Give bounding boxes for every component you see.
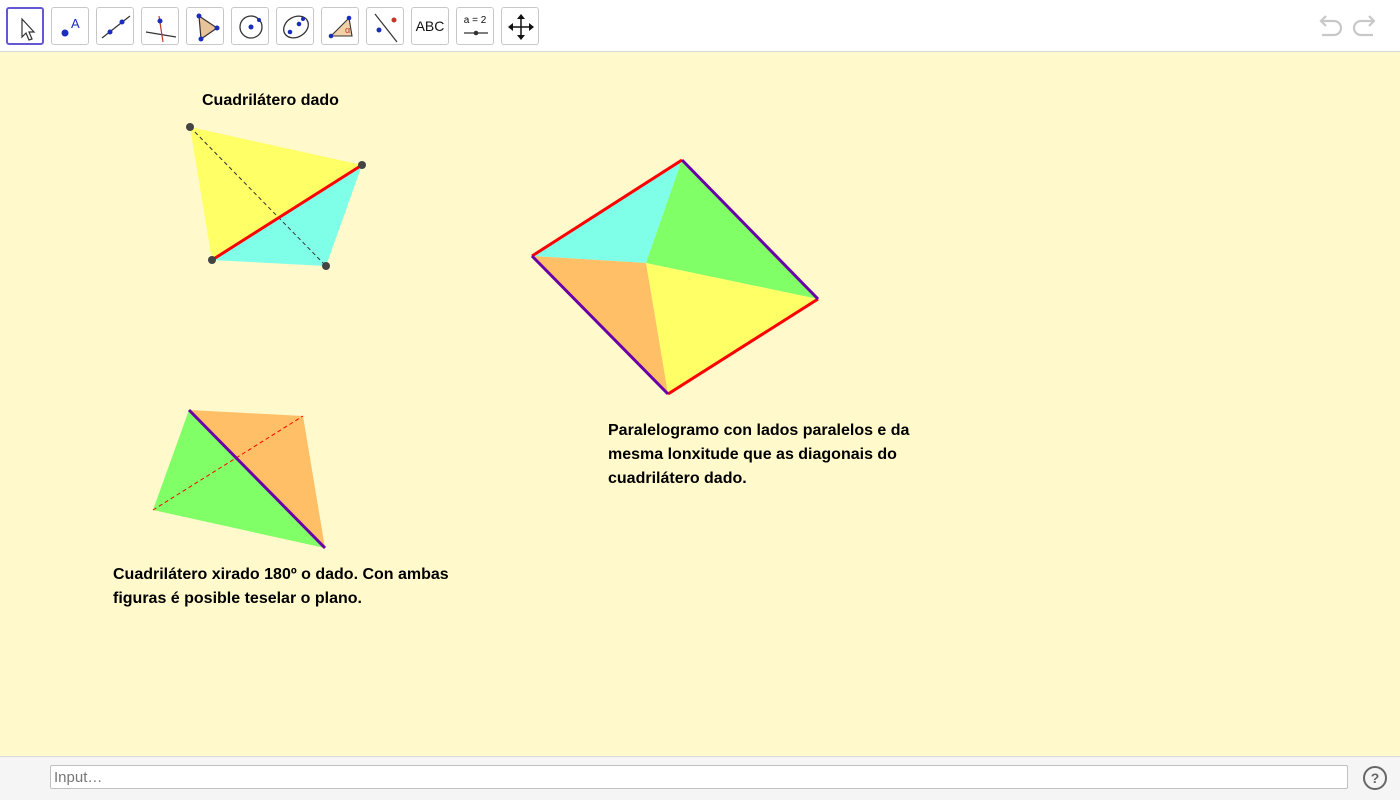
perpendicular-line-tool[interactable] (141, 7, 179, 45)
text-tool-label: ABC (415, 18, 445, 34)
rotated-caption-line: figuras é posible teselar o plano. (113, 590, 362, 607)
slider-tool[interactable]: a = 2 (456, 7, 494, 45)
cursor-arrow-icon (21, 17, 36, 41)
given-quadrilateral-title: Cuadrilátero dado (202, 92, 339, 109)
move-tool[interactable] (6, 7, 44, 45)
svg-text:A: A (71, 16, 80, 31)
rotated-caption-line: Cuadrilátero xirado 180º o dado. Con amb… (113, 566, 449, 583)
redo-icon (1352, 15, 1376, 37)
conic-tool[interactable] (276, 7, 314, 45)
vertex-point (322, 262, 330, 270)
circle-center-point-icon (239, 15, 263, 39)
angle-icon: α (328, 15, 353, 39)
angle-tool[interactable]: α (321, 7, 359, 45)
polygon-tool[interactable] (186, 7, 224, 45)
circle-tool[interactable] (231, 7, 269, 45)
rotated-quadrilateral-caption: Cuadrilátero xirado 180º o dado. Con amb… (113, 563, 449, 611)
slider-icon (464, 30, 488, 36)
move-arrows-icon (508, 14, 534, 40)
point-icon: A (61, 16, 80, 37)
line-tool[interactable] (96, 7, 134, 45)
vertex-point (208, 256, 216, 264)
parallelogram-caption-line: cuadrilátero dado. (608, 470, 747, 487)
point-tool[interactable]: A (51, 7, 89, 45)
parallelogram-caption-line: Paralelogramo con lados paralelos e da (608, 422, 910, 439)
ellipse-icon (283, 15, 309, 39)
reflect-tool[interactable] (366, 7, 404, 45)
help-button[interactable]: ? (1363, 766, 1387, 790)
perpendicular-line-icon (145, 15, 177, 43)
toolbar: A α ABC a = 2 (0, 0, 1400, 52)
reflect-about-line-icon (374, 13, 398, 43)
line-through-points-icon (101, 15, 131, 39)
text-tool[interactable]: ABC (411, 7, 449, 45)
undo-icon (1319, 15, 1343, 37)
svg-text:α: α (345, 25, 350, 35)
undo-button[interactable] (1313, 12, 1345, 42)
redo-button[interactable] (1350, 12, 1382, 42)
algebra-input-field[interactable] (50, 765, 1348, 789)
input-bar: ? (0, 756, 1400, 800)
graphics-view[interactable]: Cuadrilátero dado Paralelogramo con lado… (0, 52, 1400, 756)
polygon-icon (196, 13, 220, 42)
parallelogram-caption: Paralelogramo con lados paralelos e da m… (608, 419, 909, 491)
help-icon: ? (1370, 770, 1380, 786)
vertex-point (186, 123, 194, 131)
vertex-point (358, 161, 366, 169)
parallelogram-caption-line: mesma lonxitude que as diagonais do (608, 446, 897, 463)
move-graphics-view-tool[interactable] (501, 7, 539, 45)
geometry-drawing (152, 123, 820, 550)
